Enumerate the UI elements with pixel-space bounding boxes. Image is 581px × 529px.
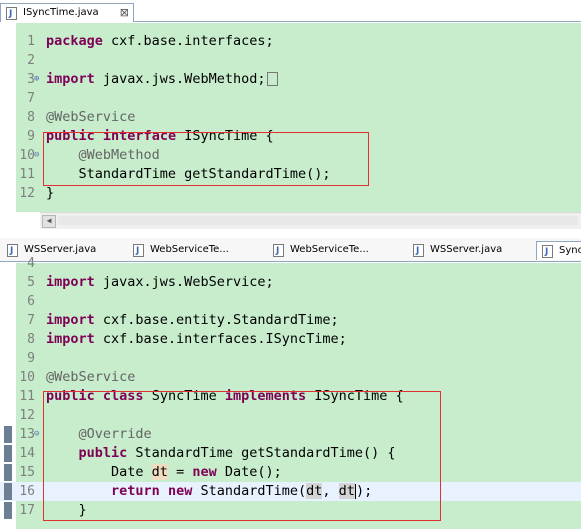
code-text: import cxf.base.entity.StandardTime;: [46, 312, 339, 328]
code-line[interactable]: 15 Date dt = new Date();: [0, 463, 581, 482]
code-line[interactable]: 6: [0, 292, 581, 311]
line-number: 3: [27, 72, 35, 87]
code-line[interactable]: 9 public interface ISyncTime {: [0, 127, 581, 146]
line-number: 6: [27, 294, 35, 309]
top-editor-pane: ISyncTime.java ⊠ 1 package cxf.base.inter…: [0, 0, 581, 236]
code-line[interactable]: 12}: [0, 184, 581, 203]
top-tab-bar: ISyncTime.java ⊠: [0, 0, 581, 23]
code-text: package cxf.base.interfaces;: [46, 33, 274, 49]
code-line[interactable]: 13 ⊖ @Override: [0, 425, 581, 444]
code-editor-synctime[interactable]: 4 5 import javax.jws.WebService; 6 7 import c…: [0, 256, 581, 529]
line-number: 10: [19, 370, 35, 385]
expand-fold-icon[interactable]: ⊕: [34, 70, 39, 89]
code-text: @WebService: [46, 109, 136, 125]
line-number: 2: [27, 53, 35, 68]
line-number: 13: [19, 427, 35, 442]
line-number: 10: [19, 148, 35, 163]
code-text: return new StandardTime(dt, dt);: [111, 483, 373, 499]
line-number: 11: [19, 389, 35, 404]
code-line[interactable]: 8 import cxf.base.interfaces.ISyncTime;: [0, 330, 581, 349]
line-number: 5: [27, 275, 35, 290]
line-number: 16: [19, 484, 35, 499]
code-text: public StandardTime getStandardTime() {: [78, 445, 396, 461]
code-line[interactable]: 2: [0, 51, 581, 70]
code-text: @WebService: [46, 369, 136, 385]
close-tab-icon[interactable]: ⊠: [120, 4, 129, 22]
code-line[interactable]: 7: [0, 89, 581, 108]
code-line[interactable]: 12: [0, 406, 581, 425]
code-line[interactable]: 3 ⊕ import javax.jws.WebMethod;: [0, 70, 581, 89]
line-number: 8: [27, 332, 35, 347]
code-line[interactable]: 4: [0, 254, 581, 273]
code-text: @Override: [78, 426, 152, 442]
code-line[interactable]: 7 import cxf.base.entity.StandardTime;: [0, 311, 581, 330]
code-line[interactable]: 10 @WebService: [0, 368, 581, 387]
line-number: 8: [27, 110, 35, 125]
code-line[interactable]: 10 ⊖ @WebMethod: [0, 146, 581, 165]
line-number: 9: [27, 129, 35, 144]
tab-label: ISyncTime.java: [23, 7, 99, 18]
code-line[interactable]: 5 import javax.jws.WebService;: [0, 273, 581, 292]
code-line[interactable]: 11 StandardTime getStandardTime();: [0, 165, 581, 184]
code-text: @WebMethod: [78, 147, 160, 163]
line-number: 14: [19, 446, 35, 461]
code-editor-isynctime[interactable]: 1 package cxf.base.interfaces; 2 3 ⊕ import j…: [0, 23, 581, 212]
code-text: import javax.jws.WebService;: [46, 274, 274, 290]
line-number: 7: [27, 313, 35, 328]
code-text: }: [46, 502, 87, 518]
code-line[interactable]: 9: [0, 349, 581, 368]
line-number: 9: [27, 351, 35, 366]
code-line[interactable]: 14 public StandardTime getStandardTime()…: [0, 444, 581, 463]
code-line[interactable]: 17 }: [0, 501, 581, 520]
line-number: 7: [27, 91, 35, 106]
java-file-icon: [6, 5, 17, 23]
code-text: import javax.jws.WebMethod;: [46, 70, 279, 89]
line-number: 15: [19, 465, 35, 480]
line-number: 17: [19, 503, 35, 518]
code-text: public interface ISyncTime {: [46, 128, 274, 144]
code-text: StandardTime getStandardTime();: [46, 166, 331, 182]
code-line[interactable]: 8 @WebService: [0, 108, 581, 127]
collapse-fold-icon[interactable]: ⊖: [34, 425, 39, 444]
line-number: 12: [19, 408, 35, 423]
scrollbar-corner: [0, 212, 40, 236]
scroll-thumb[interactable]: [58, 216, 578, 225]
collapse-fold-icon[interactable]: ⊖: [34, 146, 39, 165]
line-number: 11: [19, 167, 35, 182]
line-number: 12: [19, 186, 35, 201]
bottom-editor-pane: WSServer.java WebServiceTe... WebService…: [0, 236, 581, 529]
code-text: }: [46, 185, 55, 201]
code-line[interactable]: 16 return new StandardTime(dt, dt);: [0, 482, 581, 501]
code-line[interactable]: 11 public class SyncTime implements ISync…: [0, 387, 581, 406]
code-text: Date dt = new Date();: [46, 464, 282, 480]
collapsed-imports-icon[interactable]: [267, 72, 279, 86]
code-text: public class SyncTime implements ISyncTi…: [46, 388, 404, 404]
horizontal-scrollbar[interactable]: ◀: [40, 212, 581, 229]
line-number: 4: [27, 256, 35, 271]
line-number: 1: [27, 34, 35, 49]
code-line[interactable]: 1 package cxf.base.interfaces;: [0, 32, 581, 51]
code-text: import cxf.base.interfaces.ISyncTime;: [46, 331, 347, 347]
tab-isynctime[interactable]: ISyncTime.java ⊠: [0, 3, 134, 23]
scroll-left-arrow-icon[interactable]: ◀: [42, 215, 56, 228]
